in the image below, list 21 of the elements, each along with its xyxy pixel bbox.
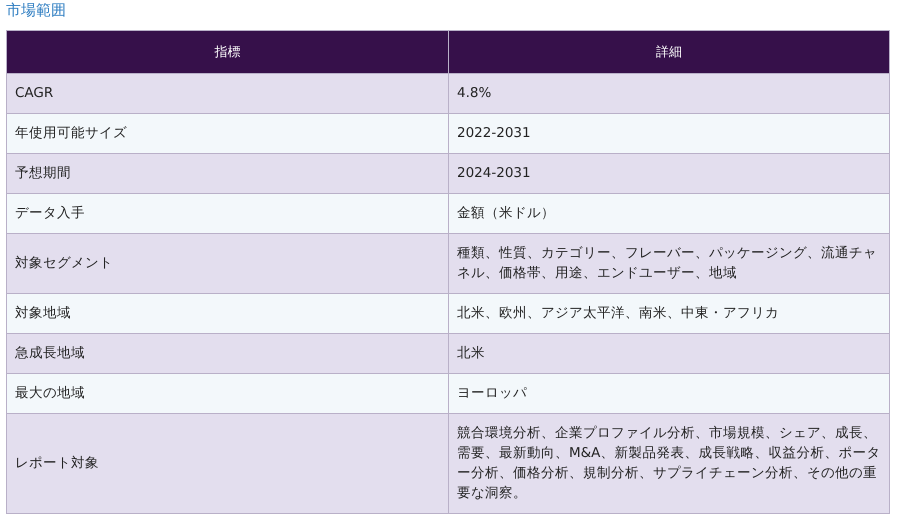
table-cell: 種類、性質、カテゴリー、フレーバー、パッケージング、流通チャネル、価格帯、用途、エンドユーザー、地域 bbox=[448, 234, 890, 294]
table-cell: 対象セグメント bbox=[6, 234, 448, 294]
table-cell: 最大の地域 bbox=[6, 374, 448, 414]
table-cell: 年使用可能サイズ bbox=[6, 114, 448, 154]
table-cell: 2024-2031 bbox=[448, 154, 890, 194]
table-cell: 北米、欧州、アジア太平洋、南米、中東・アフリカ bbox=[448, 294, 890, 334]
table-cell: 北米 bbox=[448, 334, 890, 374]
table-cell: 急成長地域 bbox=[6, 334, 448, 374]
table-cell: 対象地域 bbox=[6, 294, 448, 334]
table-cell: 4.8% bbox=[448, 74, 890, 114]
table-cell: 2022-2031 bbox=[448, 114, 890, 154]
table-cell: ヨーロッパ bbox=[448, 374, 890, 414]
table-cell: CAGR bbox=[6, 74, 448, 114]
table-cell: データ入手 bbox=[6, 194, 448, 234]
column-header: 指標 bbox=[6, 30, 448, 74]
section-title: 市場範囲 bbox=[6, 0, 67, 20]
table-cell: 予想期間 bbox=[6, 154, 448, 194]
table-cell: 金額（米ドル） bbox=[448, 194, 890, 234]
column-header: 詳細 bbox=[448, 30, 890, 74]
table-cell: 競合環境分析、企業プロファイル分析、市場規模、シェア、成長、需要、最新動向、M&A、新製品発表、成長戦略、収益分析、ポーター分析、価格分析、規制分析、サプライチェーン分析、その他の重要な洞察。 bbox=[448, 414, 890, 514]
table-cell: レポート対象 bbox=[6, 414, 448, 514]
